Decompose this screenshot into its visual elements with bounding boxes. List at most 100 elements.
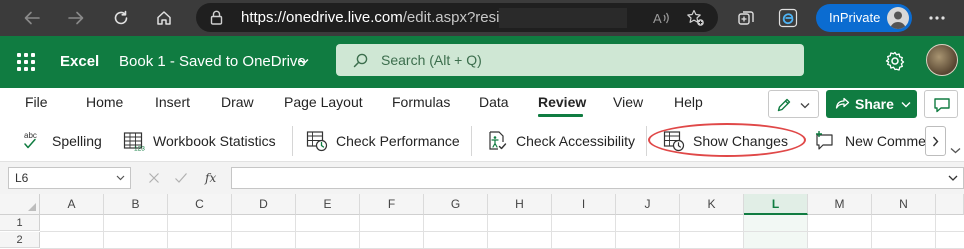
formula-tools: fx xyxy=(138,167,226,189)
column-header-e[interactable]: E xyxy=(296,194,360,215)
chevron-down-icon[interactable] xyxy=(299,58,309,65)
share-icon xyxy=(835,97,850,109)
enter-check-icon[interactable] xyxy=(174,172,188,184)
gridline xyxy=(40,231,964,232)
tab-help[interactable]: Help xyxy=(674,88,703,116)
back-icon[interactable] xyxy=(17,0,47,36)
column-header-n[interactable]: N xyxy=(872,194,936,215)
gridline xyxy=(231,215,232,249)
svg-text:fx: fx xyxy=(204,171,216,185)
tab-review[interactable]: Review xyxy=(538,88,586,116)
tab-formulas[interactable]: Formulas xyxy=(392,88,450,116)
name-box[interactable]: L6 xyxy=(8,167,131,189)
active-tab-indicator xyxy=(538,114,583,117)
profile-avatar xyxy=(887,7,909,29)
tab-data[interactable]: Data xyxy=(479,88,509,116)
browser-toolbar: https://onedrive.live.com/edit.aspx?resi… xyxy=(0,0,964,36)
row-header-1[interactable]: 1 xyxy=(0,215,40,231)
forward-icon[interactable] xyxy=(61,0,91,36)
divider xyxy=(471,126,472,156)
gridline xyxy=(615,215,616,249)
chevron-down-icon[interactable] xyxy=(950,147,961,154)
collections-icon[interactable] xyxy=(731,0,761,36)
chevron-down-icon xyxy=(901,102,911,108)
share-label: Share xyxy=(855,96,894,112)
new-comment-label: New Comme xyxy=(845,133,926,149)
home-icon[interactable] xyxy=(149,0,179,36)
ribbon-scroll-right-button[interactable] xyxy=(925,126,946,156)
svg-text:123: 123 xyxy=(134,146,145,152)
tab-draw[interactable]: Draw xyxy=(221,88,254,116)
edge-icon[interactable] xyxy=(773,0,803,36)
tab-view[interactable]: View xyxy=(613,88,643,116)
column-header-partial[interactable] xyxy=(936,194,964,215)
share-button[interactable]: Share xyxy=(826,90,917,118)
check-accessibility-button[interactable]: Check Accessibility xyxy=(486,121,635,161)
tab-file[interactable]: File xyxy=(25,88,48,116)
app-launcher-icon[interactable] xyxy=(17,53,35,71)
check-accessibility-label: Check Accessibility xyxy=(516,133,636,149)
column-header-m[interactable]: M xyxy=(808,194,872,215)
refresh-icon[interactable] xyxy=(106,0,136,36)
svg-text:abc: abc xyxy=(24,131,37,140)
column-header-f[interactable]: F xyxy=(360,194,424,215)
gridline xyxy=(423,215,424,249)
column-header-g[interactable]: G xyxy=(424,194,488,215)
gridline xyxy=(103,215,104,249)
selected-column-highlight xyxy=(744,215,808,249)
divider xyxy=(646,126,647,156)
spelling-label: Spelling xyxy=(52,133,102,149)
inprivate-button[interactable]: InPrivate xyxy=(816,4,912,32)
more-icon[interactable] xyxy=(922,0,952,36)
address-bar[interactable]: https://onedrive.live.com/edit.aspx?resi… xyxy=(196,3,718,32)
insert-function-icon[interactable]: fx xyxy=(204,170,218,186)
column-header-c[interactable]: C xyxy=(168,194,232,215)
address-url: https://onedrive.live.com/edit.aspx?resi… xyxy=(241,3,517,32)
gridline xyxy=(295,215,296,249)
user-avatar[interactable] xyxy=(926,44,958,76)
gridline xyxy=(551,215,552,249)
tab-page-layout[interactable]: Page Layout xyxy=(284,88,363,116)
lock-icon xyxy=(210,10,223,25)
column-header-h[interactable]: H xyxy=(488,194,552,215)
column-header-j[interactable]: J xyxy=(616,194,680,215)
column-header-k[interactable]: K xyxy=(680,194,744,215)
url-host: https://onedrive.live.com xyxy=(241,9,403,26)
excel-header: Excel Book 1 - Saved to OneDrive Search … xyxy=(0,36,964,88)
tab-insert[interactable]: Insert xyxy=(155,88,190,116)
workbook-statistics-button[interactable]: 123 Workbook Statistics xyxy=(123,121,276,161)
column-header-l[interactable]: L xyxy=(744,194,808,215)
column-header-b[interactable]: B xyxy=(104,194,168,215)
tab-home[interactable]: Home xyxy=(86,88,123,116)
editing-mode-button[interactable] xyxy=(768,90,819,118)
document-title[interactable]: Book 1 - Saved to OneDrive xyxy=(119,36,306,88)
app-name[interactable]: Excel xyxy=(60,36,99,88)
column-header-d[interactable]: D xyxy=(232,194,296,215)
pencil-icon xyxy=(777,98,791,112)
column-header-i[interactable]: I xyxy=(552,194,616,215)
url-redaction xyxy=(499,8,627,28)
gridline xyxy=(359,215,360,249)
check-performance-button[interactable]: Check Performance xyxy=(306,121,460,161)
column-header-a[interactable]: A xyxy=(40,194,104,215)
read-aloud-icon[interactable]: A xyxy=(646,3,676,32)
spelling-icon: abc xyxy=(24,131,37,149)
chevron-down-icon xyxy=(800,103,810,109)
new-comment-button[interactable]: New Comme xyxy=(814,121,926,161)
search-box[interactable]: Search (Alt + Q) xyxy=(336,44,804,76)
ribbon-tabs: File Home Insert Draw Page Layout Formul… xyxy=(0,88,964,120)
chevron-down-icon[interactable] xyxy=(948,175,958,181)
settings-gear-icon[interactable] xyxy=(884,50,906,72)
review-commands: abc Spelling 123 Workbook Statistics Che… xyxy=(0,121,964,161)
formula-input[interactable] xyxy=(231,167,964,189)
select-all-corner[interactable] xyxy=(0,194,40,215)
chevron-down-icon[interactable] xyxy=(116,175,125,181)
workbook-statistics-icon: 123 xyxy=(123,132,145,152)
favorites-icon[interactable] xyxy=(680,3,710,32)
name-box-value: L6 xyxy=(15,171,29,185)
comments-button[interactable] xyxy=(924,90,958,118)
spelling-button[interactable]: abc Spelling xyxy=(22,121,102,161)
row-header-2[interactable]: 2 xyxy=(0,232,40,248)
spreadsheet-grid[interactable]: A B C D E F G H I J K L M N 1 2 xyxy=(0,194,964,249)
cancel-icon[interactable] xyxy=(148,172,160,184)
